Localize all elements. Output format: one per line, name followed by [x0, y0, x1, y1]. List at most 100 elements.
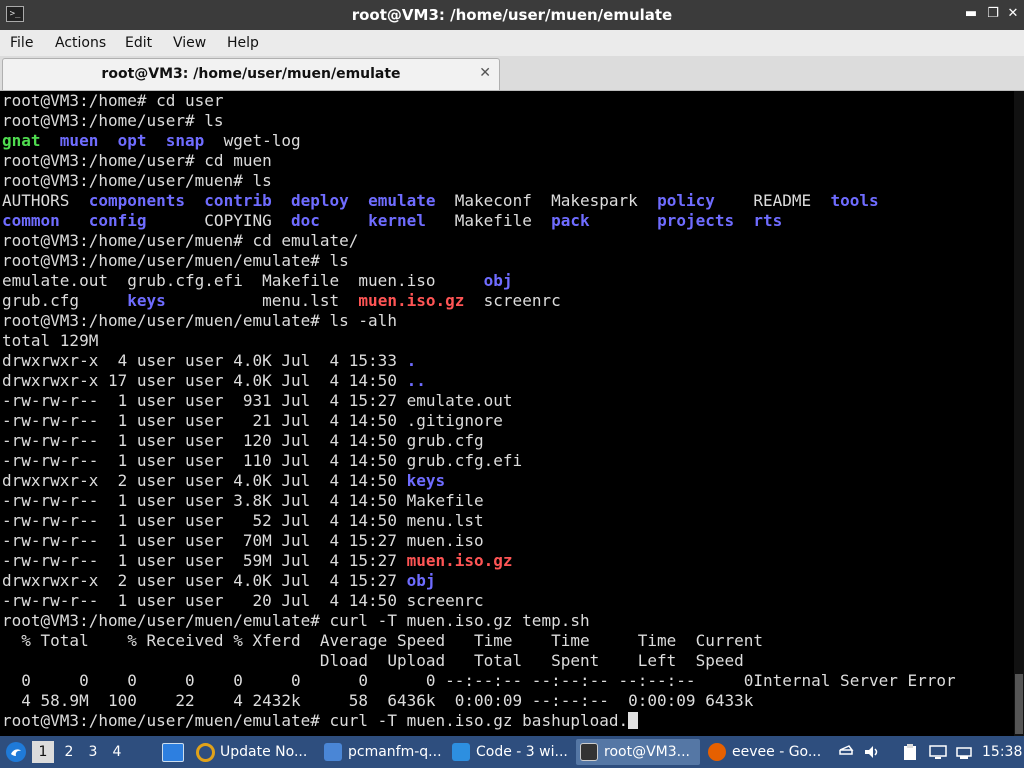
terminal-line: -rw-rw-r-- 1 user user 52 Jul 4 14:50 me…	[2, 511, 1012, 531]
terminal-text: total 129M	[2, 331, 99, 350]
terminal-text: Dload Upload Total Spent Left Speed	[2, 651, 744, 670]
terminal-text: root@VM3:/home/user/muen/emulate# curl -…	[2, 611, 590, 630]
terminal-line: root@VM3:/home/user/muen# ls	[2, 171, 1012, 191]
terminal-text: keys	[406, 471, 446, 490]
terminal-text: wget-log	[204, 131, 301, 150]
terminal-text: root@VM3:/home/user# cd muen	[2, 151, 272, 170]
window-titlebar[interactable]: >_ root@VM3: /home/user/muen/emulate ▬ ❐…	[0, 0, 1024, 30]
terminal-line: -rw-rw-r-- 1 user user 21 Jul 4 14:50 .g…	[2, 411, 1012, 431]
task-terminal[interactable]: root@VM3...	[576, 739, 700, 765]
terminal-line: root@VM3:/home/user# ls	[2, 111, 1012, 131]
terminal-text: projects	[657, 211, 735, 230]
terminal-text: root@VM3:/home/user/muen# cd emulate/	[2, 231, 359, 250]
terminal-text: Makeconf Makespark	[435, 191, 658, 210]
maximize-icon[interactable]: ❐	[984, 5, 1002, 23]
terminal-line: -rw-rw-r-- 1 user user 59M Jul 4 15:27 m…	[2, 551, 1012, 571]
terminal-text: muen.iso.gz	[406, 551, 513, 570]
terminal-line: drwxrwxr-x 4 user user 4.0K Jul 4 15:33 …	[2, 351, 1012, 371]
task-firefox[interactable]: eevee - Go...	[704, 739, 828, 765]
task-label: pcmanfm-q...	[348, 744, 442, 760]
terminal-text: .	[406, 351, 417, 370]
terminal-output[interactable]: root@VM3:/home# cd user root@VM3:/home/us…	[0, 91, 1024, 736]
terminal-line: grub.cfg keys menu.lst muen.iso.gz scree…	[2, 291, 1012, 311]
clipboard-icon[interactable]	[900, 742, 920, 762]
terminal-line: root@VM3:/home/user/muen/emulate# ls -al…	[2, 311, 1012, 331]
terminal-text: -rw-rw-r-- 1 user user 110 Jul 4 14:50 g…	[2, 451, 523, 470]
terminal-text: muen.iso.gz	[358, 291, 465, 310]
terminal-line: -rw-rw-r-- 1 user user 931 Jul 4 15:27 e…	[2, 391, 1012, 411]
task-label: root@VM3...	[604, 744, 690, 760]
terminal-text: deploy	[291, 191, 349, 210]
minimize-icon[interactable]: ▬	[962, 5, 980, 23]
terminal-line: root@VM3:/home/user/muen/emulate# ls	[2, 251, 1012, 271]
taskbar: 1 2 3 4 Update No... pcmanfm-q... Code -…	[0, 736, 1024, 768]
terminal-line: 4 58.9M 100 22 4 2432k 58 6436k 0:00:09 …	[2, 691, 1012, 711]
task-label: Update No...	[220, 744, 308, 760]
menu-edit[interactable]: Edit	[125, 30, 152, 56]
clock[interactable]: 15:38	[982, 736, 1022, 768]
terminal-text: -rw-rw-r-- 1 user user 52 Jul 4 14:50 me…	[2, 511, 484, 530]
terminal-text: -rw-rw-r-- 1 user user 120 Jul 4 14:50 g…	[2, 431, 484, 450]
notifications-icon[interactable]	[836, 742, 856, 762]
volume-icon[interactable]	[862, 742, 882, 762]
terminal-text: obj	[406, 571, 436, 590]
terminal-text: COPYING	[146, 211, 291, 230]
terminal-text: root@VM3:/home/user/muen/emulate# curl -…	[2, 711, 629, 730]
terminal-text: drwxrwxr-x 2 user user 4.0K Jul 4 15:27	[2, 571, 407, 590]
menu-bar: File Actions Edit View Help	[0, 30, 1024, 56]
terminal-line: root@VM3:/home/user# cd muen	[2, 151, 1012, 171]
terminal-line: emulate.out grub.cfg.efi Makefile muen.i…	[2, 271, 1012, 291]
menu-file[interactable]: File	[10, 30, 33, 56]
terminal-line: % Total % Received % Xferd Average Speed…	[2, 631, 1012, 651]
terminal-text: -rw-rw-r-- 1 user user 20 Jul 4 14:50 sc…	[2, 591, 484, 610]
menu-help[interactable]: Help	[227, 30, 259, 56]
start-menu-icon[interactable]	[4, 740, 28, 764]
tab-bar: root@VM3: /home/user/muen/emulate ✕	[0, 56, 1024, 91]
close-window-icon[interactable]: ✕	[1004, 5, 1022, 23]
terminal-text: snap	[165, 131, 205, 150]
menu-actions[interactable]: Actions	[55, 30, 106, 56]
terminal-text: emulate.out grub.cfg.efi Makefile muen.i…	[2, 271, 484, 290]
workspace-3[interactable]: 3	[82, 741, 104, 763]
terminal-text: rts	[753, 211, 783, 230]
scrollbar[interactable]	[1014, 91, 1024, 736]
terminal-text: Makefile	[425, 211, 552, 230]
menu-view[interactable]: View	[173, 30, 206, 56]
close-tab-icon[interactable]: ✕	[479, 65, 491, 81]
terminal-text: common	[2, 211, 60, 230]
workspace-1[interactable]: 1	[32, 741, 54, 763]
terminal-line: drwxrwxr-x 2 user user 4.0K Jul 4 14:50 …	[2, 471, 1012, 491]
terminal-line: root@VM3:/home# cd user	[2, 91, 1012, 111]
terminal-text: AUTHORS	[2, 191, 89, 210]
terminal-text: components	[88, 191, 186, 210]
tab-terminal[interactable]: root@VM3: /home/user/muen/emulate ✕	[2, 58, 500, 90]
workspace-2[interactable]: 2	[58, 741, 80, 763]
task-label: eevee - Go...	[732, 744, 822, 760]
show-desktop-icon[interactable]	[162, 743, 184, 762]
terminal-text: muen	[59, 131, 99, 150]
terminal-text: -rw-rw-r-- 1 user user 70M Jul 4 15:27 m…	[2, 531, 484, 550]
task-update-notifier[interactable]: Update No...	[192, 739, 316, 765]
display-icon[interactable]	[928, 742, 948, 762]
terminal-text: 0 0 0 0 0 0 0 0 --:--:-- --:--:-- --:--:…	[2, 671, 956, 690]
terminal-text: drwxrwxr-x 17 user user 4.0K Jul 4 14:50	[2, 371, 407, 390]
scrollbar-thumb[interactable]	[1015, 674, 1023, 734]
terminal-line: 0 0 0 0 0 0 0 0 --:--:-- --:--:-- --:--:…	[2, 671, 1012, 691]
terminal-line: root@VM3:/home/user/muen/emulate# curl -…	[2, 711, 1012, 731]
workspace-4[interactable]: 4	[106, 741, 128, 763]
network-icon[interactable]	[954, 742, 974, 762]
task-pcmanfm[interactable]: pcmanfm-q...	[320, 739, 444, 765]
terminal-text: root@VM3:/home/user/muen/emulate# ls -al…	[2, 311, 397, 330]
task-vscode[interactable]: Code - 3 wi...	[448, 739, 572, 765]
terminal-line: -rw-rw-r-- 1 user user 3.8K Jul 4 14:50 …	[2, 491, 1012, 511]
terminal-line: Dload Upload Total Spent Left Speed	[2, 651, 1012, 671]
terminal-lines: root@VM3:/home# cd user root@VM3:/home/us…	[2, 91, 1012, 731]
terminal-text: -rw-rw-r-- 1 user user 21 Jul 4 14:50 .g…	[2, 411, 503, 430]
terminal-text: gnat	[2, 131, 41, 150]
terminal-text: drwxrwxr-x 2 user user 4.0K Jul 4 14:50	[2, 471, 407, 490]
